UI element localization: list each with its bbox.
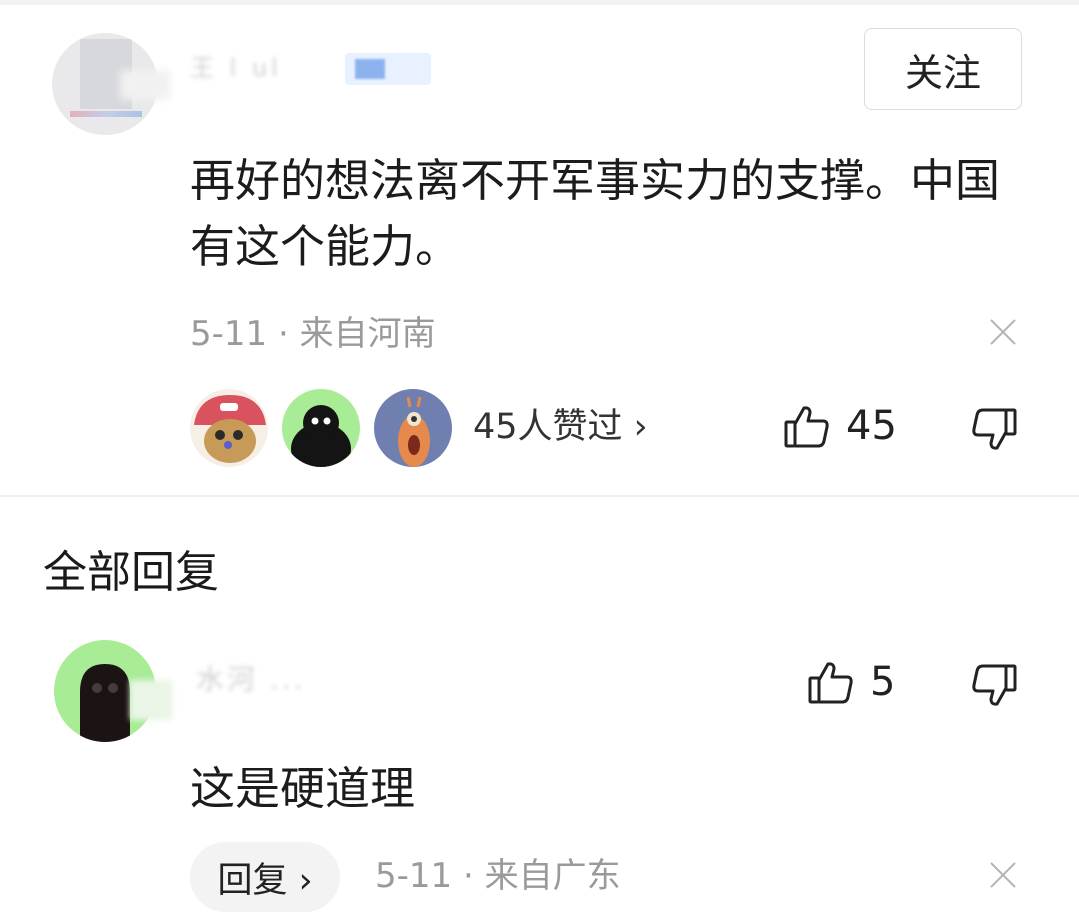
comment-text: 再好的想法离不开军事实力的支撑。中国有这个能力。: [190, 154, 1001, 273]
top-divider: [0, 0, 1079, 5]
thumbs-up-icon[interactable]: [783, 402, 831, 450]
replies-section-title: 全部回复: [43, 547, 219, 598]
reply-meta: 5-11 · 来自广东: [375, 856, 621, 896]
liker-avatar[interactable]: [190, 389, 268, 467]
username[interactable]: 王 l ul: [190, 48, 282, 88]
like-count: 45: [846, 403, 897, 449]
avatar-blur: [130, 680, 172, 720]
thumbs-up-icon[interactable]: [807, 658, 855, 706]
close-icon[interactable]: [986, 858, 1020, 892]
liker-avatar[interactable]: [282, 389, 360, 467]
username[interactable]: 水河 ...: [196, 660, 306, 700]
likers-summary[interactable]: 45人赞过 ›: [473, 404, 648, 450]
liker-avatar[interactable]: [374, 389, 452, 467]
close-icon[interactable]: [986, 315, 1020, 349]
thumbs-down-icon[interactable]: [970, 406, 1018, 454]
like-count: 5: [870, 659, 896, 705]
section-divider: [0, 495, 1079, 497]
follow-button[interactable]: 关注: [864, 28, 1022, 110]
user-badge: [345, 53, 431, 85]
reply-text: 这是硬道理: [190, 762, 416, 815]
avatar-blur: [120, 70, 170, 100]
thumbs-down-icon[interactable]: [970, 662, 1018, 710]
comment-meta: 5-11 · 来自河南: [190, 314, 436, 354]
reply-button[interactable]: 回复 ›: [190, 842, 340, 912]
